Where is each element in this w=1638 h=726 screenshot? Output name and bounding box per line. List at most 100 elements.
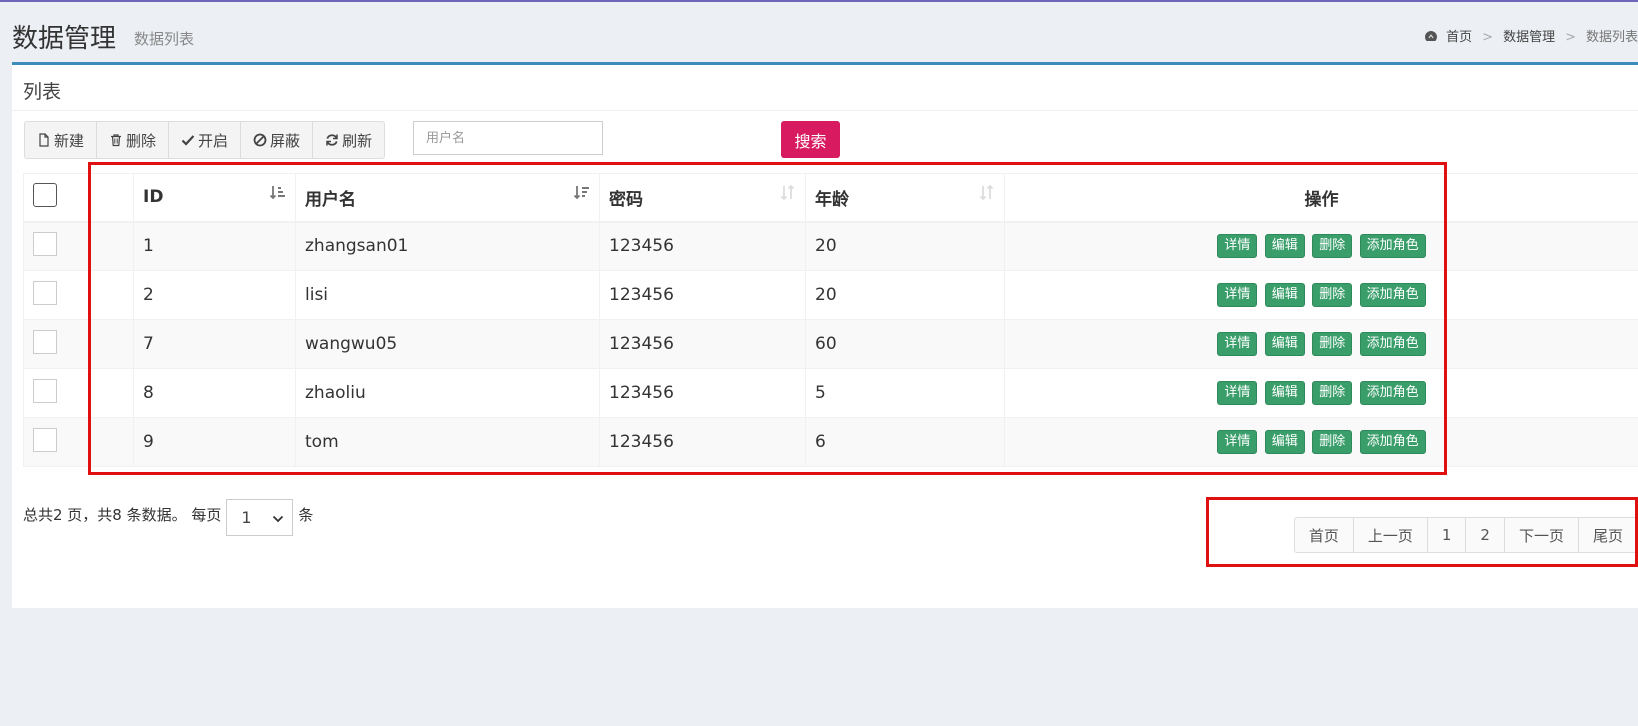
cell-password: 123456 xyxy=(599,417,806,467)
column-header-actions: 操作 xyxy=(1004,173,1638,223)
page-2[interactable]: 2 xyxy=(1466,518,1505,552)
data-table: ID 用户名 密码 年龄 操作 1 zhangsan01 123456 20 详… xyxy=(23,173,1638,467)
cell-actions: 详情 编辑 删除 添加角色 xyxy=(1004,368,1638,418)
cell-actions: 详情 编辑 删除 添加角色 xyxy=(1004,319,1638,369)
toolbar-button-group: 新建 删除 开启 屏蔽 刷新 xyxy=(24,121,386,159)
cell-password: 123456 xyxy=(599,368,806,418)
row-select-cell xyxy=(23,417,134,467)
detail-button[interactable]: 详情 xyxy=(1217,332,1258,356)
page-prev[interactable]: 上一页 xyxy=(1354,518,1428,552)
page-first[interactable]: 首页 xyxy=(1295,518,1354,552)
row-checkbox[interactable] xyxy=(33,231,57,256)
new-button[interactable]: 新建 xyxy=(25,122,98,158)
row-select-cell xyxy=(23,368,134,418)
cell-actions: 详情 编辑 删除 添加角色 xyxy=(1004,417,1638,467)
column-header-password[interactable]: 密码 xyxy=(599,173,806,223)
row-delete-button[interactable]: 删除 xyxy=(1312,234,1353,259)
row-checkbox[interactable] xyxy=(33,280,57,305)
table-row: 2 lisi 123456 20 详情 编辑 删除 添加角色 xyxy=(23,270,1638,320)
edit-button[interactable]: 编辑 xyxy=(1264,234,1305,259)
add-role-button[interactable]: 添加角色 xyxy=(1359,430,1426,454)
table-header-row: ID 用户名 密码 年龄 操作 xyxy=(23,173,1638,223)
file-icon xyxy=(39,133,49,147)
trash-icon xyxy=(111,134,122,147)
page-size-select[interactable]: 1 xyxy=(226,499,294,536)
cell-username: zhangsan01 xyxy=(295,221,600,271)
page-title: 数据管理 xyxy=(12,24,117,54)
table-row: 9 tom 123456 6 详情 编辑 删除 添加角色 xyxy=(23,417,1638,467)
detail-button[interactable]: 详情 xyxy=(1217,283,1258,307)
breadcrumb-data-manage[interactable]: 数据管理 xyxy=(1503,26,1555,45)
refresh-button[interactable]: 刷新 xyxy=(313,122,384,158)
edit-button[interactable]: 编辑 xyxy=(1264,332,1305,356)
sort-asc-icon[interactable] xyxy=(269,184,287,202)
refresh-icon xyxy=(326,134,338,146)
column-header-id[interactable]: ID xyxy=(133,173,296,223)
page-next[interactable]: 下一页 xyxy=(1505,518,1579,552)
row-delete-button[interactable]: 删除 xyxy=(1312,283,1353,307)
block-button[interactable]: 屏蔽 xyxy=(241,122,314,158)
chevron-down-icon xyxy=(273,515,284,523)
add-role-button[interactable]: 添加角色 xyxy=(1359,332,1426,356)
row-delete-button[interactable]: 删除 xyxy=(1312,332,1353,356)
edit-button[interactable]: 编辑 xyxy=(1264,430,1305,454)
breadcrumb-current: 数据列表 xyxy=(1585,30,1638,45)
cell-username: zhaoliu xyxy=(295,368,600,418)
breadcrumb-home[interactable]: 首页 xyxy=(1446,26,1472,45)
table-row: 7 wangwu05 123456 60 详情 编辑 删除 添加角色 xyxy=(23,319,1638,369)
pagination: 首页 上一页 1 2 下一页 尾页 xyxy=(1293,517,1638,553)
check-icon xyxy=(181,135,195,146)
cell-id: 8 xyxy=(133,368,296,418)
detail-button[interactable]: 详情 xyxy=(1217,381,1258,405)
row-delete-button[interactable]: 删除 xyxy=(1312,381,1353,405)
row-select-cell xyxy=(23,221,134,271)
row-select-cell xyxy=(23,270,134,320)
sort-icon[interactable] xyxy=(779,184,797,202)
add-role-button[interactable]: 添加角色 xyxy=(1359,381,1426,405)
cell-id: 2 xyxy=(133,270,296,320)
breadcrumb: 首页 > 数据管理 > 数据列表 xyxy=(1424,26,1638,45)
detail-button[interactable]: 详情 xyxy=(1217,234,1258,259)
list-box: 列表 新建 删除 开启 屏蔽 刷新 搜索 xyxy=(12,62,1638,608)
column-header-age[interactable]: 年龄 xyxy=(805,173,1005,223)
select-all-checkbox[interactable] xyxy=(33,182,57,207)
add-role-button[interactable]: 添加角色 xyxy=(1359,234,1426,259)
cell-password: 123456 xyxy=(599,319,806,369)
cell-id: 7 xyxy=(133,319,296,369)
table-row: 1 zhangsan01 123456 20 详情 编辑 删除 添加角色 xyxy=(23,221,1638,271)
add-role-button[interactable]: 添加角色 xyxy=(1359,283,1426,307)
pagination-summary: 总共2 页，共8 条数据。 每页 xyxy=(23,506,222,524)
sort-desc-icon[interactable] xyxy=(573,184,591,202)
row-checkbox[interactable] xyxy=(33,378,57,403)
select-all-cell xyxy=(23,173,134,223)
block-button-label: 屏蔽 xyxy=(270,131,301,150)
username-search-input[interactable] xyxy=(413,121,603,155)
cell-actions: 详情 编辑 删除 添加角色 xyxy=(1004,270,1638,320)
enable-button[interactable]: 开启 xyxy=(169,122,242,158)
detail-button[interactable]: 详情 xyxy=(1217,430,1258,454)
page-1[interactable]: 1 xyxy=(1428,518,1467,552)
breadcrumb-separator: > xyxy=(1565,30,1576,45)
ban-icon xyxy=(253,133,267,147)
cell-age: 60 xyxy=(805,319,1005,369)
search-button[interactable]: 搜索 xyxy=(781,121,840,158)
page-subtitle: 数据列表 xyxy=(134,30,195,48)
page-size-value: 1 xyxy=(241,508,252,527)
refresh-button-label: 刷新 xyxy=(342,131,373,150)
edit-button[interactable]: 编辑 xyxy=(1264,381,1305,405)
box-title: 列表 xyxy=(23,81,62,103)
sort-icon[interactable] xyxy=(978,184,996,202)
page-last[interactable]: 尾页 xyxy=(1579,518,1637,552)
top-accent-line xyxy=(0,0,1638,2)
cell-username: lisi xyxy=(295,270,600,320)
column-header-username[interactable]: 用户名 xyxy=(295,173,600,223)
row-delete-button[interactable]: 删除 xyxy=(1312,430,1353,454)
row-checkbox[interactable] xyxy=(33,329,57,354)
row-checkbox[interactable] xyxy=(33,427,57,452)
cell-actions: 详情 编辑 删除 添加角色 xyxy=(1004,221,1638,271)
cell-password: 123456 xyxy=(599,221,806,271)
dashboard-icon xyxy=(1424,30,1446,45)
delete-button[interactable]: 删除 xyxy=(97,122,170,158)
cell-password: 123456 xyxy=(599,270,806,320)
edit-button[interactable]: 编辑 xyxy=(1264,283,1305,307)
